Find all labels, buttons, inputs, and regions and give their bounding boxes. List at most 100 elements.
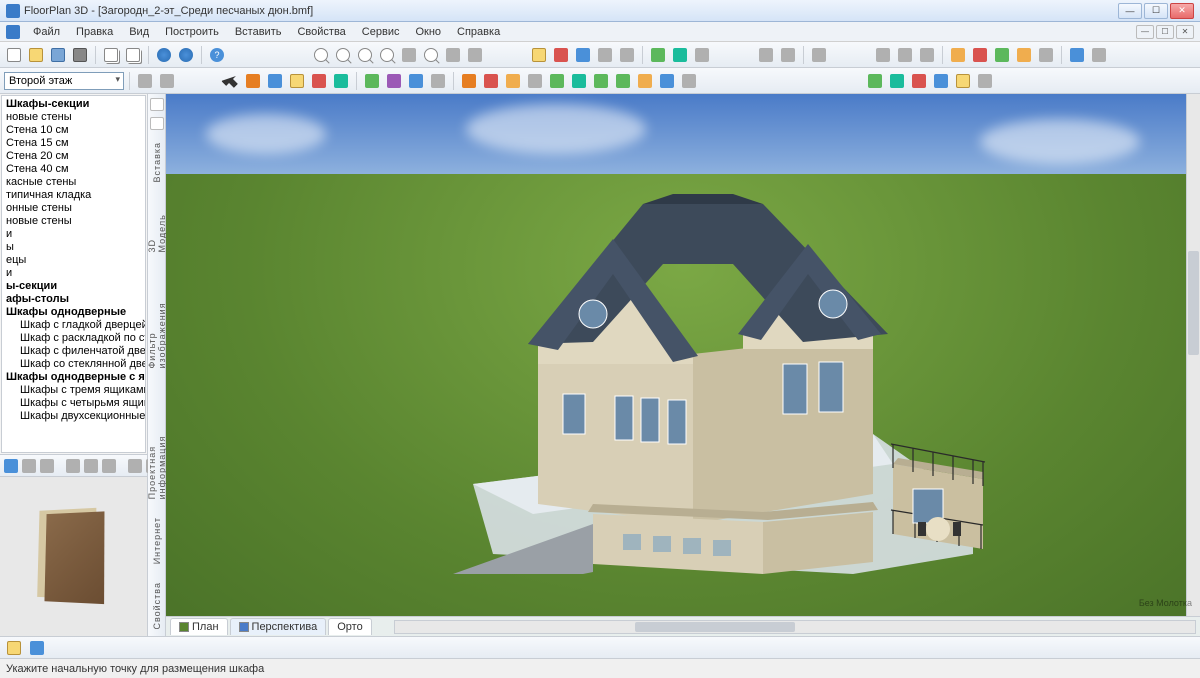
view-tab-ortho[interactable]: Орто <box>328 618 371 635</box>
view-g-button[interactable] <box>670 45 690 65</box>
mdi-minimize-button[interactable]: — <box>1136 25 1154 39</box>
minimize-button[interactable]: — <box>1118 3 1142 19</box>
snap-3-button[interactable] <box>992 45 1012 65</box>
tree-item[interactable]: Стена 15 см <box>4 137 143 150</box>
lp-btn-3[interactable] <box>39 456 55 476</box>
obj4-tool[interactable] <box>428 71 448 91</box>
tree-item[interactable]: и <box>4 267 143 280</box>
select-tool[interactable] <box>221 71 241 91</box>
obj14-tool[interactable] <box>657 71 677 91</box>
obj3-tool[interactable] <box>406 71 426 91</box>
obj10-tool[interactable] <box>569 71 589 91</box>
tree-item[interactable]: новые стены <box>4 215 143 228</box>
vertical-scrollbar[interactable] <box>1186 94 1200 616</box>
zoom-tool1-button[interactable] <box>443 45 463 65</box>
menu-window[interactable]: Окно <box>408 24 448 40</box>
view-b-button[interactable] <box>551 45 571 65</box>
lp-btn-7[interactable] <box>127 456 143 476</box>
zoom-fit-button[interactable] <box>377 45 397 65</box>
maximize-button[interactable]: ☐ <box>1144 3 1168 19</box>
tree-item[interactable]: Шкафы с четырьмя ящиками <box>4 397 143 410</box>
obj2-tool[interactable] <box>384 71 404 91</box>
new-button[interactable] <box>4 45 24 65</box>
layout-3-button[interactable] <box>809 45 829 65</box>
bt-btn-2[interactable] <box>27 638 47 658</box>
render4-tool[interactable] <box>931 71 951 91</box>
obj8-tool[interactable] <box>525 71 545 91</box>
render1-tool[interactable] <box>865 71 885 91</box>
menu-view[interactable]: Вид <box>122 24 156 40</box>
vrail-label-0[interactable]: Вставка <box>152 142 162 182</box>
catalog-tree[interactable]: Шкафы-секцииновые стеныСтена 10 смСтена … <box>1 95 146 453</box>
lp-btn-2[interactable] <box>21 456 37 476</box>
tree-item[interactable]: Шкаф с раскладкой по стеклу <box>4 332 143 345</box>
view-c-button[interactable] <box>573 45 593 65</box>
tree-item[interactable]: афы-столы <box>4 293 143 306</box>
mdi-sys-icon[interactable] <box>6 25 20 39</box>
mdi-close-button[interactable]: ✕ <box>1176 25 1194 39</box>
tree-item[interactable]: Шкафы однодверные <box>4 306 143 319</box>
tree-item[interactable]: ы-секции <box>4 280 143 293</box>
tree-item[interactable]: новые стены <box>4 111 143 124</box>
grid-3-button[interactable] <box>917 45 937 65</box>
tree-item[interactable]: касные стены <box>4 176 143 189</box>
horizontal-scrollbar[interactable] <box>394 620 1196 634</box>
tree-item[interactable]: Шкаф со стеклянной дверцей <box>4 358 143 371</box>
lp-btn-5[interactable] <box>83 456 99 476</box>
menu-props[interactable]: Свойства <box>290 24 352 40</box>
vrail-label-2[interactable]: Фильтр изображения <box>147 270 167 369</box>
tree-item[interactable]: Шкафы однодверные с ящиком <box>4 371 143 384</box>
view-tab-plan[interactable]: План <box>170 618 228 635</box>
tree-item[interactable]: типичная кладка <box>4 189 143 202</box>
tree-item[interactable]: Стена 10 см <box>4 124 143 137</box>
viewport-3d[interactable]: План Перспектива Орто <box>166 94 1200 636</box>
obj7-tool[interactable] <box>503 71 523 91</box>
obj9-tool[interactable] <box>547 71 567 91</box>
redo-button[interactable] <box>176 45 196 65</box>
vrail-label-4[interactable]: Интернет <box>152 517 162 564</box>
snap-5-button[interactable] <box>1036 45 1056 65</box>
snap-4-button[interactable] <box>1014 45 1034 65</box>
vrail-label-3[interactable]: Проектная информация <box>147 387 167 499</box>
obj6-tool[interactable] <box>481 71 501 91</box>
vrail-label-1[interactable]: 3D Модель <box>147 201 167 253</box>
view-d-button[interactable] <box>595 45 615 65</box>
open-button[interactable] <box>26 45 46 65</box>
tree-item[interactable]: Шкаф с филенчатой дверцей <box>4 345 143 358</box>
roof-tool[interactable] <box>331 71 351 91</box>
obj11-tool[interactable] <box>591 71 611 91</box>
tree-item[interactable]: ецы <box>4 254 143 267</box>
menu-build[interactable]: Построить <box>158 24 226 40</box>
menu-file[interactable]: Файл <box>26 24 67 40</box>
snap-6-button[interactable] <box>1067 45 1087 65</box>
grid-2-button[interactable] <box>895 45 915 65</box>
door-tool[interactable] <box>265 71 285 91</box>
paste-button[interactable] <box>123 45 143 65</box>
menu-service[interactable]: Сервис <box>355 24 407 40</box>
close-button[interactable]: ✕ <box>1170 3 1194 19</box>
tree-item[interactable]: Шкафы-секции <box>4 98 143 111</box>
view-f-button[interactable] <box>648 45 668 65</box>
view-a-button[interactable] <box>529 45 549 65</box>
vrail-btn-2[interactable] <box>150 117 164 130</box>
view-tab-perspective[interactable]: Перспектива <box>230 618 327 635</box>
tree-item[interactable]: онные стены <box>4 202 143 215</box>
render5-tool[interactable] <box>953 71 973 91</box>
obj5-tool[interactable] <box>459 71 479 91</box>
render3-tool[interactable] <box>909 71 929 91</box>
tree-item[interactable]: Стена 40 см <box>4 163 143 176</box>
tree-item[interactable]: Шкафы с тремя ящиками <box>4 384 143 397</box>
layout-1-button[interactable] <box>756 45 776 65</box>
snap-1-button[interactable] <box>948 45 968 65</box>
obj13-tool[interactable] <box>635 71 655 91</box>
floor-selector[interactable]: Второй этаж <box>4 72 124 90</box>
obj1-tool[interactable] <box>362 71 382 91</box>
tree-item[interactable]: Шкафы двухсекционные <box>4 410 143 423</box>
zoom-window-button[interactable] <box>355 45 375 65</box>
menu-insert[interactable]: Вставить <box>228 24 289 40</box>
pan-button[interactable] <box>399 45 419 65</box>
tree-item[interactable]: Стена 20 см <box>4 150 143 163</box>
render6-tool[interactable] <box>975 71 995 91</box>
undo-button[interactable] <box>154 45 174 65</box>
lp-btn-4[interactable] <box>65 456 81 476</box>
